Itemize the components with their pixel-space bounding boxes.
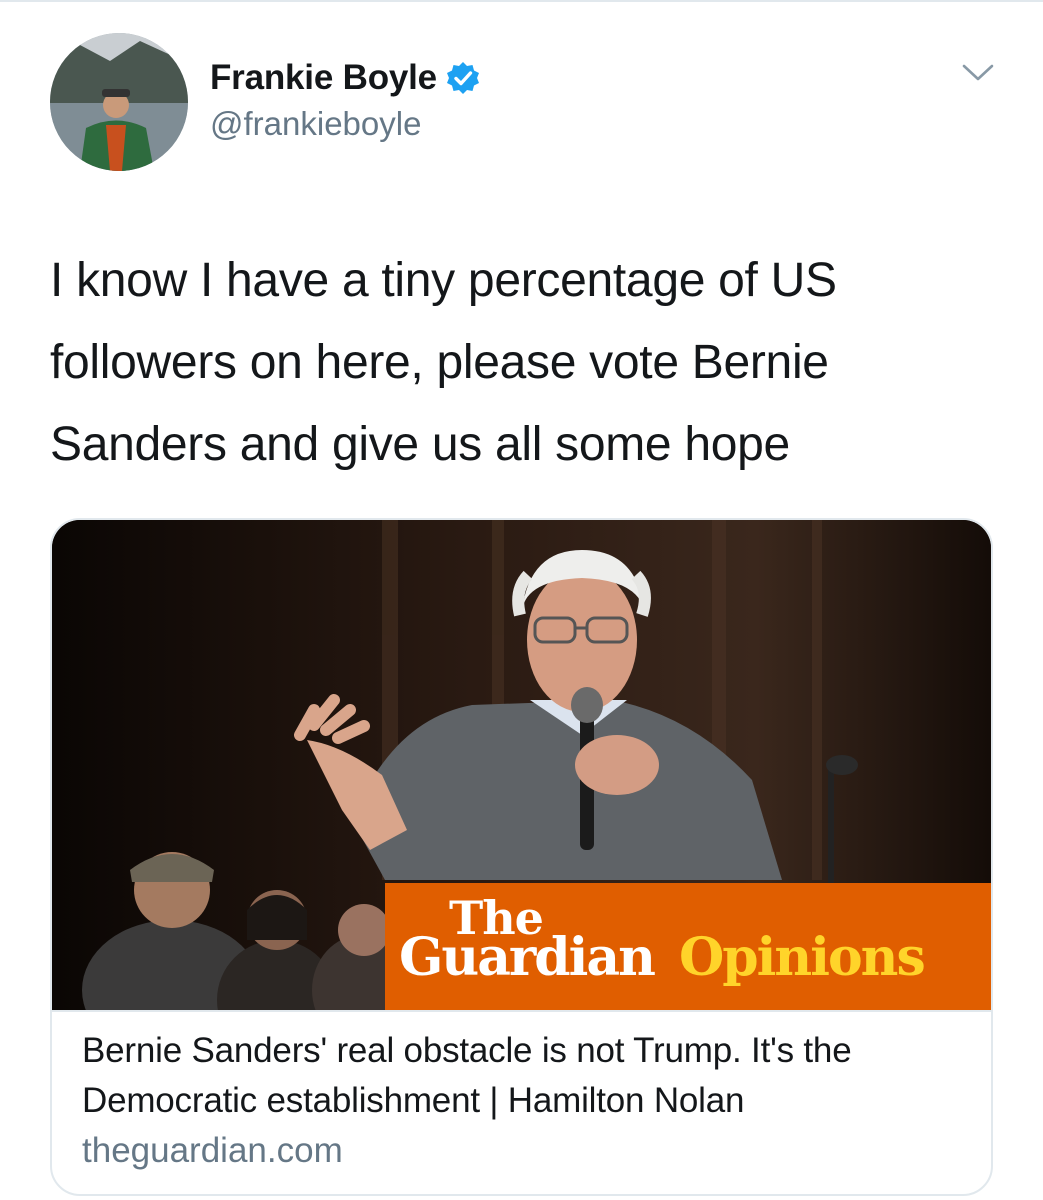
chevron-down-icon[interactable] [958, 57, 998, 89]
card-title[interactable]: Bernie Sanders' real obstacle is not Tru… [82, 1026, 972, 1126]
avatar-photo [50, 33, 188, 171]
card-divider [52, 1010, 991, 1012]
tweet-detail: Frankie Boyle @frankieboyle I know I hav… [0, 0, 1043, 1200]
verified-badge-icon [445, 60, 481, 96]
card-image: The Guardian Opinions [52, 520, 991, 1012]
tweet-text: I know I have a tiny percentage of US fo… [50, 254, 837, 471]
brand-opinions: Opinions [679, 927, 926, 988]
link-card[interactable]: The Guardian Opinions Bernie Sanders' re… [50, 518, 993, 1196]
card-body: Bernie Sanders' real obstacle is not Tru… [82, 1026, 972, 1176]
card-domain[interactable]: theguardian.com [82, 1126, 972, 1176]
guardian-opinions-banner: The Guardian Opinions [385, 883, 991, 1010]
brand-guardian: Guardian [399, 927, 656, 988]
author-display-name[interactable]: Frankie Boyle [210, 58, 437, 98]
author-name-row[interactable]: Frankie Boyle [210, 58, 481, 98]
author-handle[interactable]: @frankieboyle [210, 105, 421, 143]
top-divider [0, 0, 1043, 2]
author-avatar[interactable] [50, 33, 188, 171]
